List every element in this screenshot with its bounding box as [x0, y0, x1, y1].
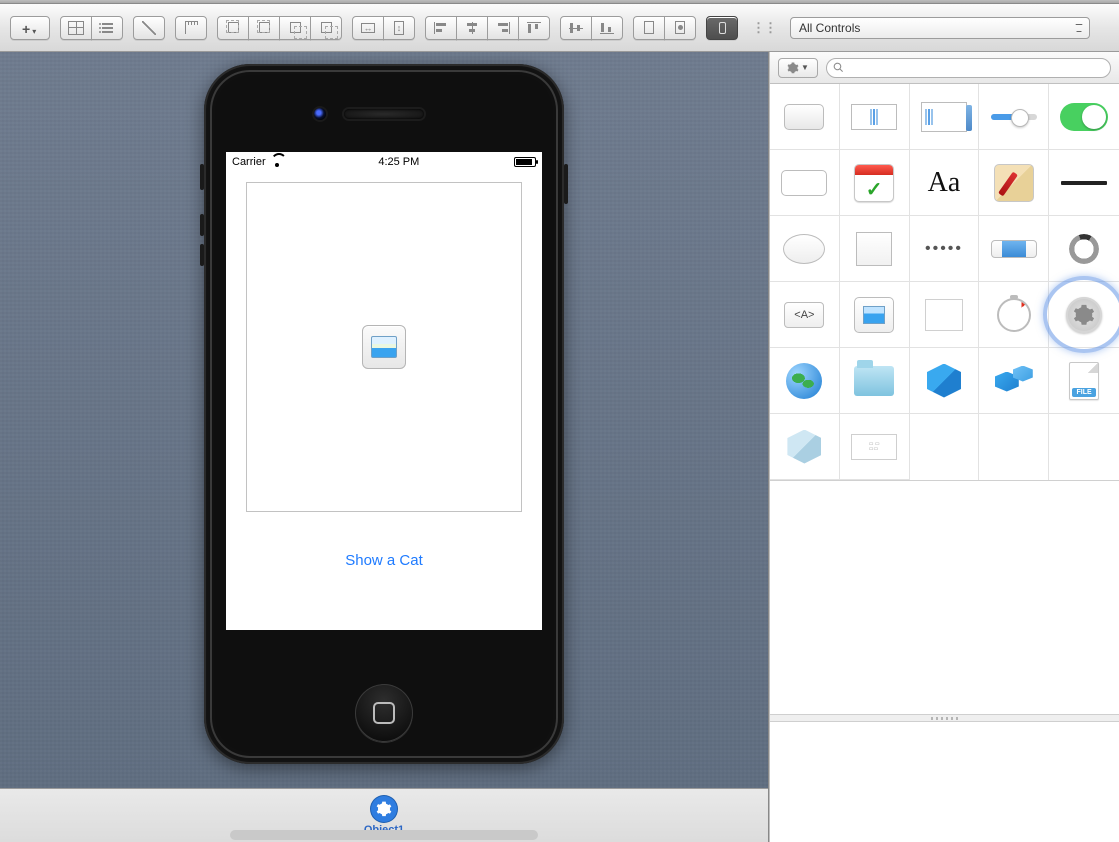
- dock-object-icon[interactable]: [371, 796, 397, 822]
- control-timer[interactable]: [979, 282, 1049, 348]
- control-text-view[interactable]: [910, 84, 980, 150]
- empty-cell: [910, 414, 980, 480]
- image-well[interactable]: [246, 182, 522, 512]
- device-power-button-icon: [564, 164, 568, 204]
- add-object-button[interactable]: [10, 16, 50, 40]
- control-separator[interactable]: [1049, 150, 1119, 216]
- device-earpiece-icon: [344, 109, 424, 119]
- control-object-controller[interactable]: [1049, 282, 1119, 348]
- control-slider[interactable]: [979, 84, 1049, 150]
- control-cube-dim[interactable]: [770, 414, 840, 480]
- control-oval[interactable]: [770, 216, 840, 282]
- control-web-view[interactable]: <A>: [770, 282, 840, 348]
- control-table-view[interactable]: [910, 282, 980, 348]
- fit-width-button[interactable]: [352, 16, 384, 40]
- device-volume-down-icon: [200, 244, 204, 266]
- dock-scrollbar[interactable]: [230, 830, 537, 840]
- control-web-globe[interactable]: [770, 348, 840, 414]
- control-folder[interactable]: [840, 348, 910, 414]
- controls-filter-popup[interactable]: All Controls: [790, 17, 1090, 39]
- control-page-control[interactable]: •••••: [910, 216, 980, 282]
- battery-icon: [514, 157, 536, 167]
- control-button[interactable]: [770, 84, 840, 150]
- empty-cell: [979, 414, 1049, 480]
- control-box[interactable]: [840, 216, 910, 282]
- grid-view-button[interactable]: [60, 16, 92, 40]
- control-activity-indicator[interactable]: [1049, 216, 1119, 282]
- fit-height-button[interactable]: [383, 16, 415, 40]
- control-progress-bar[interactable]: [979, 216, 1049, 282]
- library-search-input[interactable]: [826, 58, 1111, 78]
- library-spacer: [770, 481, 1119, 714]
- objects-dock: Object1: [0, 788, 768, 842]
- align-right-button[interactable]: [487, 16, 519, 40]
- align-top-button[interactable]: [518, 16, 550, 40]
- doc-person-button[interactable]: [664, 16, 696, 40]
- bring-to-front-button[interactable]: [310, 16, 342, 40]
- detail-pane: [770, 722, 1119, 842]
- align-hcenter-button[interactable]: [456, 16, 488, 40]
- send-backward-button[interactable]: [217, 16, 249, 40]
- device-screen[interactable]: Carrier 4:25 PM Show a Cat: [226, 152, 542, 630]
- control-label[interactable]: Aa: [910, 150, 980, 216]
- control-nib-window[interactable]: ▭ ▭▭▭: [840, 414, 910, 480]
- send-to-back-button[interactable]: [248, 16, 280, 40]
- controls-grid: Aa ••••• <A> ▭ ▭▭: [770, 84, 1119, 481]
- control-cube-blue[interactable]: [910, 348, 980, 414]
- control-cubes[interactable]: [979, 348, 1049, 414]
- align-bottom-button[interactable]: [591, 16, 623, 40]
- control-segmented[interactable]: [770, 150, 840, 216]
- bring-forward-button[interactable]: [279, 16, 311, 40]
- canvas-scroll[interactable]: Carrier 4:25 PM Show a Cat: [0, 52, 768, 788]
- align-vcenter-button[interactable]: [560, 16, 592, 40]
- device-button[interactable]: [706, 16, 738, 40]
- show-a-cat-button[interactable]: Show a Cat: [226, 552, 542, 569]
- doc-portrait-button[interactable]: [633, 16, 665, 40]
- control-date-picker[interactable]: [840, 150, 910, 216]
- list-view-button[interactable]: [91, 16, 123, 40]
- carrier-label: Carrier: [232, 156, 266, 168]
- control-color-well[interactable]: [979, 150, 1049, 216]
- detail-splitter[interactable]: [770, 714, 1119, 722]
- ruler-button[interactable]: [175, 16, 207, 40]
- device-volume-up-icon: [200, 214, 204, 236]
- toolbar-overflow-icon: ⋮⋮: [748, 20, 780, 36]
- wifi-icon: [270, 157, 284, 167]
- canvas: Carrier 4:25 PM Show a Cat: [0, 52, 769, 842]
- highlight-ring-icon: [1043, 276, 1119, 353]
- image-well-placeholder-icon: [362, 325, 406, 369]
- device-camera-icon: [314, 108, 326, 120]
- show-a-cat-label: Show a Cat: [345, 552, 423, 569]
- device-frame: Carrier 4:25 PM Show a Cat: [204, 64, 564, 764]
- align-left-button[interactable]: [425, 16, 457, 40]
- device-mute-switch-icon: [200, 164, 204, 190]
- home-button-icon: [355, 684, 413, 742]
- library-options-button[interactable]: ▼: [778, 58, 818, 78]
- controls-filter-label: All Controls: [799, 21, 860, 35]
- status-bar: Carrier 4:25 PM: [226, 152, 542, 172]
- magic-wand-button[interactable]: [133, 16, 165, 40]
- toolbar: ⋮⋮ All Controls: [0, 4, 1119, 52]
- library-panel: ▼ Aa ••••• <A>: [769, 52, 1119, 842]
- control-text-field[interactable]: [840, 84, 910, 150]
- control-switch[interactable]: [1049, 84, 1119, 150]
- clock-label: 4:25 PM: [378, 156, 419, 168]
- control-file-template[interactable]: [1049, 348, 1119, 414]
- empty-cell: [1049, 414, 1119, 480]
- control-image-well[interactable]: [840, 282, 910, 348]
